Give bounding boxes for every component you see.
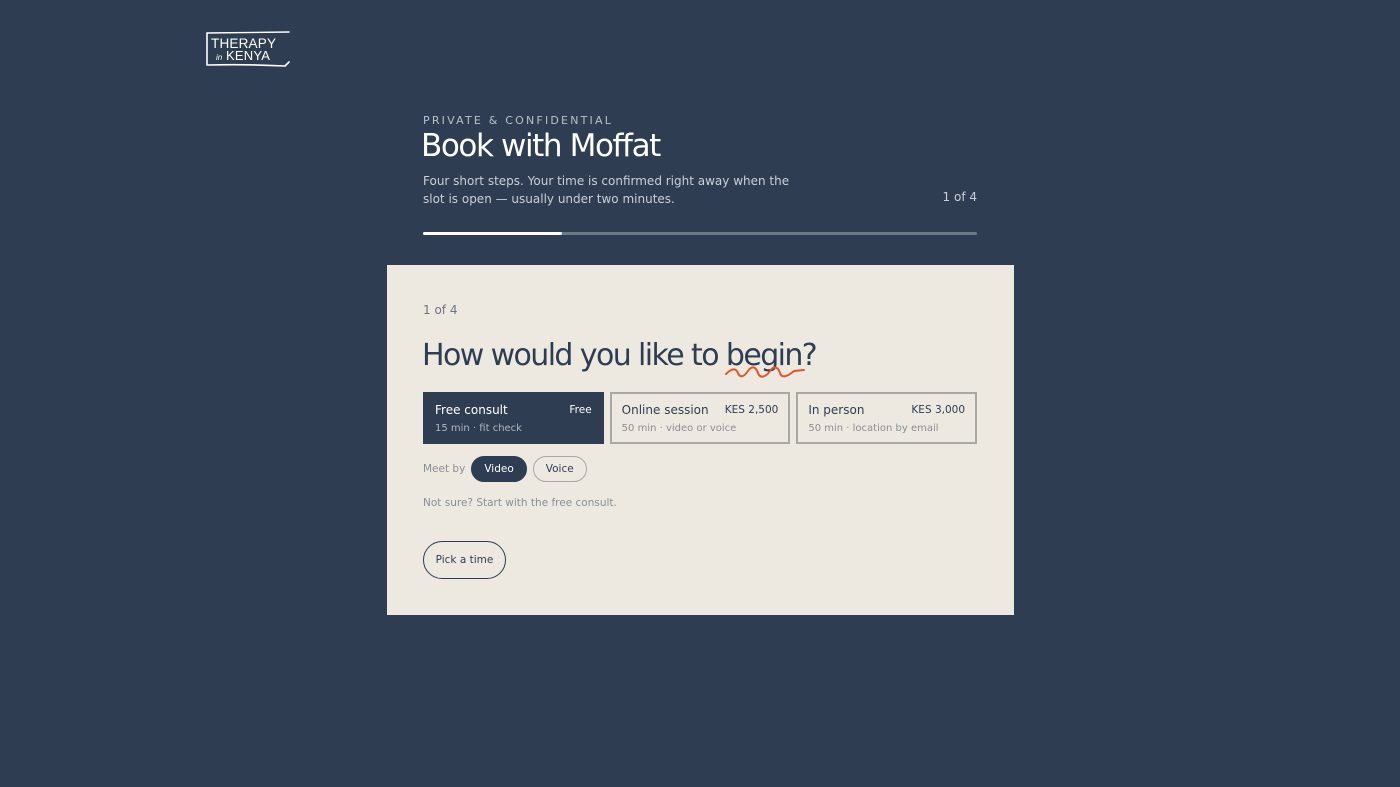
question-emphasis: begin bbox=[725, 338, 804, 373]
option-in-person[interactable]: In person KES 3,000 50 min · location by… bbox=[796, 392, 978, 444]
option-price: KES 2,500 bbox=[724, 404, 779, 416]
meet-by-voice-pill[interactable]: Voice bbox=[532, 456, 587, 482]
pick-a-time-button[interactable]: Pick a time bbox=[423, 541, 506, 579]
meet-by-label: Meet by bbox=[423, 463, 466, 475]
progress-bar bbox=[423, 232, 977, 235]
option-name: In person bbox=[808, 403, 865, 417]
step-counter: 1 of 4 bbox=[942, 190, 977, 204]
option-meta: 50 min · video or voice bbox=[621, 423, 737, 434]
question-text-end: ? bbox=[801, 338, 818, 373]
session-type-options: Free consult Free 15 min · fit check Onl… bbox=[423, 392, 978, 444]
question-emphasis-wrapper: begin bbox=[724, 338, 805, 378]
question-text-start: How would you like to bbox=[422, 338, 726, 373]
option-free-consult[interactable]: Free consult Free 15 min · fit check bbox=[423, 392, 604, 444]
therapy-in-kenya-logo[interactable]: THERAPY in KENYA bbox=[205, 31, 291, 69]
page-title: Book with Moffat bbox=[421, 128, 661, 164]
hint-text: Not sure? Start with the free consult. bbox=[423, 497, 617, 509]
booking-card: 1 of 4 How would you like to begin? Free… bbox=[387, 265, 1014, 615]
option-online-session[interactable]: Online session KES 2,500 50 min · video … bbox=[609, 392, 791, 444]
step-question: How would you like to begin? bbox=[422, 338, 818, 378]
option-meta: 15 min · fit check bbox=[435, 423, 522, 434]
meet-by-selector: Meet by Video Voice bbox=[423, 456, 587, 482]
option-name: Free consult bbox=[435, 403, 508, 417]
card-step-label: 1 of 4 bbox=[423, 303, 458, 317]
meet-by-video-pill[interactable]: Video bbox=[471, 456, 527, 482]
option-price: KES 3,000 bbox=[911, 404, 966, 416]
eyebrow-label: PRIVATE & CONFIDENTIAL bbox=[423, 114, 614, 127]
option-price: Free bbox=[569, 404, 592, 416]
page-subtitle: Four short steps. Your time is confirmed… bbox=[423, 174, 790, 206]
logo-text-in: in bbox=[216, 53, 223, 62]
option-name: Online session bbox=[621, 403, 709, 417]
option-meta: 50 min · location by email bbox=[808, 423, 939, 434]
logo-mark: THERAPY in KENYA bbox=[206, 31, 290, 67]
progress-bar-fill bbox=[423, 232, 562, 235]
logo-text-kenya: KENYA bbox=[226, 48, 270, 63]
